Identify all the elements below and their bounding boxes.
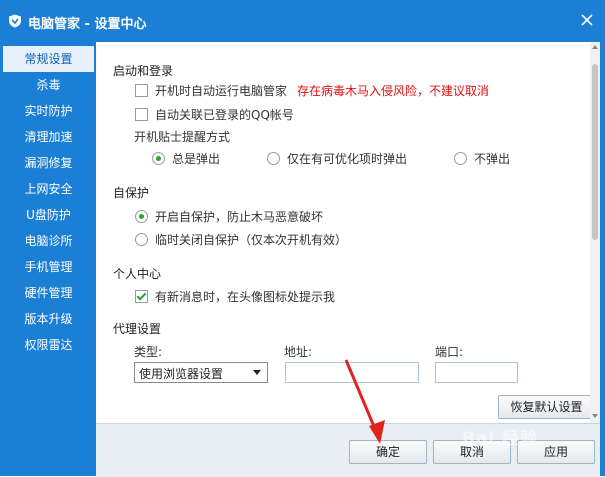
tip-never-radio[interactable] xyxy=(454,152,467,165)
scroll-down-icon[interactable] xyxy=(592,414,598,418)
sidebar-item-usb-protection[interactable]: U盘防护 xyxy=(3,202,94,228)
sidebar-item-permission-radar[interactable]: 权限雷达 xyxy=(3,332,94,358)
sidebar-item-vulnerability-fix[interactable]: 漏洞修复 xyxy=(3,150,94,176)
title-bar: 电脑管家 - 设置中心 xyxy=(0,0,605,42)
sidebar-item-cleanup[interactable]: 清理加速 xyxy=(3,124,94,150)
section-title-proxy: 代理设置 xyxy=(113,322,162,336)
section-title-personal: 个人中心 xyxy=(113,267,162,281)
sidebar-item-upgrade[interactable]: 版本升级 xyxy=(3,306,94,332)
watermark: Bai 经验 xyxy=(462,429,539,449)
tip-never-label: 不弹出 xyxy=(474,152,511,166)
proxy-address-input[interactable] xyxy=(285,362,419,383)
tip-always-label: 总是弹出 xyxy=(172,152,221,166)
proxy-port-input[interactable] xyxy=(435,362,518,383)
scroll-thumb[interactable] xyxy=(592,64,598,240)
section-title-selfprotect: 自保护 xyxy=(113,186,150,200)
proxy-port-label: 端口: xyxy=(435,345,464,359)
selfprotect-off-label: 临时关闭自保护（仅本次开机有效） xyxy=(155,233,348,247)
settings-content: 启动和登录 开机时自动运行电脑管家 存在病毒木马入侵风险，不建议取消 自动关联已… xyxy=(96,42,600,423)
sidebar-item-phone-management[interactable]: 手机管理 xyxy=(3,254,94,280)
shield-icon xyxy=(9,14,21,28)
selfprotect-on-radio[interactable] xyxy=(135,210,148,223)
proxy-type-label: 类型: xyxy=(134,345,163,359)
sidebar-item-web-security[interactable]: 上网安全 xyxy=(3,176,94,202)
notify-label: 有新消息时，在头像图标处提示我 xyxy=(155,290,336,304)
tip-always-radio[interactable] xyxy=(152,152,165,165)
autostart-label: 开机时自动运行电脑管家 xyxy=(155,84,288,98)
sidebar-item-realtime-protection[interactable]: 实时防护 xyxy=(3,98,94,124)
sidebar-item-hardware[interactable]: 硬件管理 xyxy=(3,280,94,306)
selfprotect-on-label: 开启自保护，防止木马恶意破坏 xyxy=(155,210,324,224)
selfprotect-off-radio[interactable] xyxy=(135,233,148,246)
autostart-checkbox[interactable] xyxy=(135,84,148,97)
autostart-warning: 存在病毒木马入侵风险，不建议取消 xyxy=(297,84,490,98)
qq-link-label: 自动关联已登录的QQ帐号 xyxy=(155,108,294,122)
content-scrollbar[interactable] xyxy=(590,42,600,423)
tip-optimizable-label: 仅在有可优化项时弹出 xyxy=(287,152,408,166)
qq-link-checkbox[interactable] xyxy=(135,108,148,121)
proxy-type-select[interactable]: 使用浏览器设置 xyxy=(134,362,268,383)
tip-optimizable-radio[interactable] xyxy=(267,152,280,165)
scroll-up-icon[interactable] xyxy=(592,45,598,49)
settings-window: 电脑管家 - 设置中心 常规设置 杀毒 实时防护 清理加速 漏洞修复 上网安全 … xyxy=(0,0,605,477)
proxy-type-value: 使用浏览器设置 xyxy=(139,367,224,381)
chevron-down-icon xyxy=(253,370,261,375)
notify-checkbox[interactable] xyxy=(135,290,148,303)
close-icon[interactable] xyxy=(580,13,594,27)
sidebar: 常规设置 杀毒 实时防护 清理加速 漏洞修复 上网安全 U盘防护 电脑诊所 手机… xyxy=(0,42,96,476)
section-title-startup: 启动和登录 xyxy=(113,64,174,78)
window-title: 电脑管家 - 设置中心 xyxy=(28,17,147,32)
sidebar-item-general[interactable]: 常规设置 xyxy=(3,46,94,72)
sidebar-item-pc-clinic[interactable]: 电脑诊所 xyxy=(3,228,94,254)
ok-button[interactable]: 确定 xyxy=(349,440,427,464)
restore-defaults-button[interactable]: 恢复默认设置 xyxy=(498,395,595,419)
proxy-address-label: 地址: xyxy=(284,345,313,359)
tip-mode-title: 开机贴士提醒方式 xyxy=(134,130,231,144)
sidebar-item-antivirus[interactable]: 杀毒 xyxy=(3,72,94,98)
